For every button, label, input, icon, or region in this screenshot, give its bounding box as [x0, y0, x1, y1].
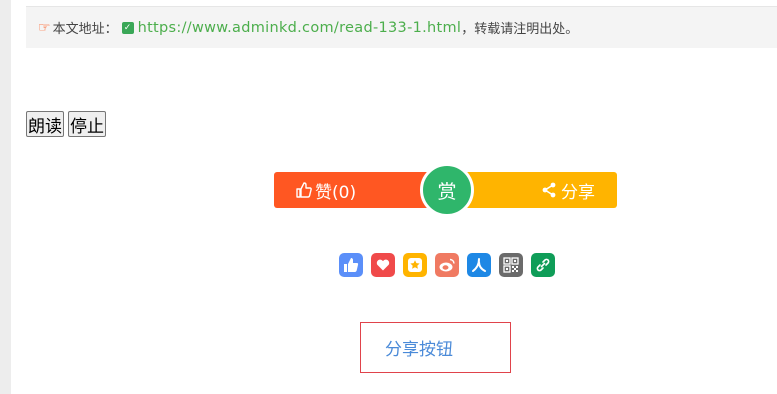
renren-share-icon[interactable] [467, 253, 491, 277]
renren-glyph [472, 258, 486, 272]
favorite-star-share-icon[interactable] [403, 253, 427, 277]
qrcode-share-icon[interactable] [499, 253, 523, 277]
heart-glyph [376, 259, 390, 271]
address-suffix: ，转载请注明出处。 [461, 22, 579, 37]
like-share-icon[interactable] [339, 253, 363, 277]
address-label: 本文地址： [52, 22, 118, 37]
reward-label: 赏 [437, 180, 457, 203]
weibo-glyph [439, 258, 455, 272]
star-glyph [408, 258, 422, 272]
like-button[interactable]: 赞(0) [274, 172, 434, 208]
share-icons-row [339, 253, 555, 277]
share-icon [542, 182, 556, 198]
check-icon: ✓ [121, 21, 134, 34]
like-label: 赞(0) [315, 182, 357, 203]
share-label: 分享 [561, 182, 595, 203]
share-button[interactable]: 分享 [457, 172, 617, 208]
stop-button[interactable]: 停止 [68, 111, 106, 137]
action-bar: 赞(0) 分享 赏 [274, 163, 617, 217]
heart-share-icon[interactable] [371, 253, 395, 277]
qrcode-glyph [503, 257, 519, 273]
weibo-share-icon[interactable] [435, 253, 459, 277]
read-aloud-button[interactable]: 朗读 [26, 111, 64, 137]
share-text-label: 分享按钮 [385, 340, 453, 360]
reward-button[interactable]: 赏 [420, 163, 474, 217]
tts-controls: 朗读 停止 [26, 111, 106, 137]
article-url-link[interactable]: https://www.adminkd.com/read-133-1.html [138, 20, 462, 36]
thumbs-up-icon [296, 182, 312, 198]
left-gutter [0, 0, 11, 394]
link-share-icon[interactable] [531, 253, 555, 277]
page: ☞ 本文地址： ✓ https://www.adminkd.com/read-1… [0, 0, 777, 394]
link-glyph [536, 258, 550, 272]
thumb-glyph [344, 258, 359, 272]
article-address-bar: ☞ 本文地址： ✓ https://www.adminkd.com/read-1… [26, 6, 777, 48]
pointing-hand-icon: ☞ [38, 19, 51, 36]
share-text-button[interactable]: 分享按钮 [360, 322, 511, 373]
